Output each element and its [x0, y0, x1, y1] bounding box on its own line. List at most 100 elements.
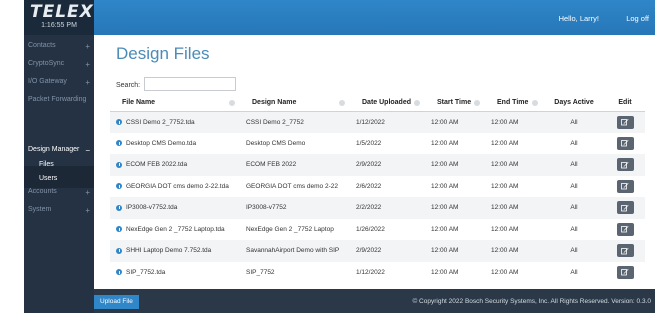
expand-icon[interactable]: +: [85, 60, 90, 69]
edit-button[interactable]: [616, 244, 634, 258]
info-circle-icon[interactable]: [116, 161, 122, 168]
days-active-cell: All: [543, 240, 605, 262]
table-row: GEORGIA DOT cms demo 2-22.tda GEORGIA DO…: [110, 176, 645, 198]
telex-logo[interactable]: TELEX: [30, 2, 94, 22]
info-circle-icon[interactable]: [116, 269, 122, 276]
table-body: CSSI Demo 2_7752.tda CSSI Demo 2_7752 1/…: [110, 111, 645, 283]
column-header-design-name[interactable]: Design Name: [240, 95, 350, 112]
end-time-cell: 12:00 AM: [491, 139, 519, 147]
file-name[interactable]: CSSI Demo 2_7752.tda: [126, 119, 195, 126]
start-time-cell: 12:00 AM: [425, 197, 485, 219]
edit-pencil-icon: [621, 247, 629, 255]
sidebar-subitem-files[interactable]: Files: [24, 161, 94, 173]
file-name[interactable]: SIP_7752.tda: [126, 269, 165, 276]
page-title: Design Files: [116, 44, 210, 63]
column-header-days-active: Days Active: [543, 95, 605, 112]
end-time-cell: 12:00 AM: [491, 182, 519, 190]
date-uploaded-cell: 2/6/2022: [356, 182, 382, 190]
column-header-date-uploaded[interactable]: Date Uploaded: [350, 95, 425, 112]
edit-pencil-icon: [621, 183, 629, 190]
sort-icon[interactable]: [532, 100, 538, 106]
date-uploaded-cell: 2/2/2022: [350, 197, 425, 219]
sidebar-item-label: I/O Gateway: [28, 78, 67, 85]
expand-icon[interactable]: +: [85, 42, 90, 51]
expand-icon[interactable]: +: [85, 206, 90, 215]
info-circle-icon[interactable]: [116, 119, 122, 125]
table-row: Desktop CMS Demo.tda Desktop CMS Demo 1/…: [110, 133, 645, 155]
date-uploaded-cell: 2/9/2022: [350, 240, 425, 262]
edit-cell: [605, 111, 645, 133]
column-header-edit: Edit: [605, 95, 645, 112]
sidebar-item-cryptosync[interactable]: CryptoSync +: [24, 60, 94, 74]
file-name[interactable]: Desktop CMS Demo.tda: [126, 140, 196, 147]
days-active-cell: All: [543, 111, 605, 133]
edit-pencil-icon: [621, 269, 629, 276]
file-name[interactable]: NexEdge Gen 2 _7752 Laptop.tda: [126, 226, 225, 233]
sidebar-item-packet-forwarding[interactable]: Packet Forwarding: [24, 96, 94, 110]
edit-pencil-icon: [621, 204, 629, 212]
sort-icon[interactable]: [229, 100, 235, 106]
main-content: Design Files Search: File Name Design Na…: [94, 35, 655, 289]
file-name[interactable]: ECOM FEB 2022.tda: [126, 161, 187, 168]
brand-area: TELEX 1:16:55 PM: [24, 0, 94, 35]
file-name-cell: Desktop CMS Demo.tda: [110, 133, 240, 155]
info-circle-icon[interactable]: [116, 247, 122, 254]
search-input[interactable]: [144, 77, 236, 91]
start-time-cell: 12:00 AM: [431, 225, 459, 233]
sidebar: Contacts + CryptoSync + I/O Gateway + Pa…: [24, 35, 94, 313]
sort-icon[interactable]: [474, 100, 480, 106]
start-time-cell: 12:00 AM: [431, 182, 459, 190]
days-active-cell: All: [570, 182, 578, 190]
column-header-file-name[interactable]: File Name: [110, 95, 240, 112]
edit-button[interactable]: [616, 158, 634, 172]
file-name-cell: IP3008-v7752.tda: [110, 197, 240, 219]
info-circle-icon[interactable]: [116, 204, 122, 211]
column-header-start-time[interactable]: Start Time: [425, 95, 485, 112]
sidebar-item-system[interactable]: System +: [24, 206, 94, 220]
upload-file-button[interactable]: Upload File: [94, 295, 139, 309]
design-name-cell: SIP_7752: [246, 268, 275, 276]
sidebar-item-label: Design Manager: [28, 146, 80, 153]
edit-pencil-icon: [621, 119, 629, 126]
start-time-cell: 12:00 AM: [425, 240, 485, 262]
sidebar-item-io-gateway[interactable]: I/O Gateway +: [24, 78, 94, 92]
edit-button[interactable]: [616, 115, 634, 129]
date-uploaded-cell: 1/26/2022: [356, 225, 385, 233]
file-name-cell: SIP_7752.tda: [110, 262, 240, 284]
expand-icon[interactable]: +: [85, 188, 90, 197]
sidebar-item-design-manager[interactable]: Design Manager −: [24, 146, 94, 160]
collapse-icon[interactable]: −: [85, 146, 90, 155]
logoff-link[interactable]: Log off: [626, 14, 649, 23]
expand-icon[interactable]: +: [85, 78, 90, 87]
file-name[interactable]: SHHI Laptop Demo 7.752.tda: [126, 247, 211, 254]
sidebar-subitem-users[interactable]: Users: [24, 175, 94, 187]
table-row: SIP_7752.tda SIP_7752 1/12/2022 12:00 AM…: [110, 262, 645, 284]
edit-cell: [605, 133, 645, 155]
edit-cell: [605, 262, 645, 284]
search-label: Search:: [116, 82, 141, 89]
info-circle-icon[interactable]: [116, 140, 122, 147]
footer-bar: Upload File © Copyright 2022 Bosch Secur…: [94, 289, 655, 313]
date-uploaded-cell: 1/12/2022: [356, 268, 385, 276]
sort-icon[interactable]: [414, 100, 420, 106]
file-name[interactable]: GEORGIA DOT cms demo 2-22.tda: [126, 183, 229, 190]
edit-button[interactable]: [616, 265, 634, 279]
edit-button[interactable]: [616, 179, 634, 193]
end-time-cell: 12:00 AM: [485, 240, 543, 262]
copyright-text: © Copyright 2022 Bosch Security Systems,…: [412, 298, 651, 305]
sidebar-item-accounts[interactable]: Accounts +: [24, 188, 94, 202]
file-name[interactable]: IP3008-v7752.tda: [126, 204, 177, 211]
edit-button[interactable]: [616, 136, 634, 150]
edit-button[interactable]: [616, 201, 634, 215]
edit-cell: [605, 197, 645, 219]
info-circle-icon[interactable]: [116, 183, 122, 190]
edit-pencil-icon: [621, 161, 629, 169]
column-header-end-time[interactable]: End Time: [485, 95, 543, 112]
sidebar-item-contacts[interactable]: Contacts +: [24, 42, 94, 56]
sort-icon[interactable]: [339, 100, 345, 106]
info-circle-icon[interactable]: [116, 226, 122, 233]
start-time-cell: 12:00 AM: [431, 139, 459, 147]
days-active-cell: All: [570, 268, 578, 276]
sidebar-item-label: Accounts: [28, 188, 57, 195]
edit-button[interactable]: [616, 222, 634, 236]
